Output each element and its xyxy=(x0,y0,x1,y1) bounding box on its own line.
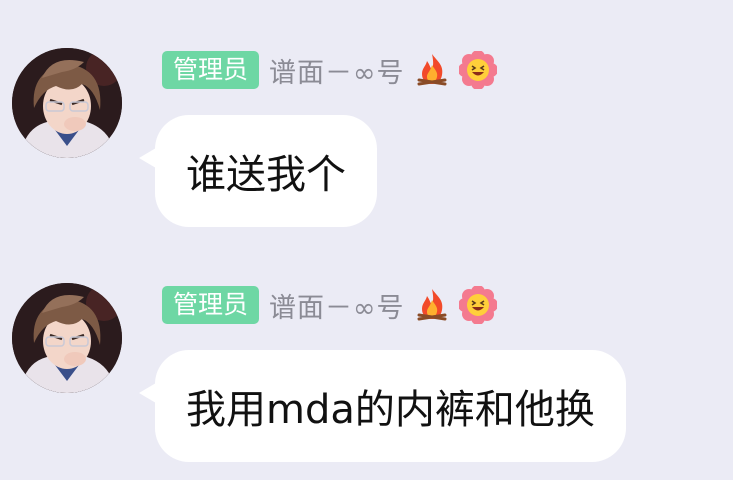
message-bubble[interactable]: 谁送我个 xyxy=(139,115,377,227)
message-header: 管理员 谱面－∞号 xyxy=(162,50,497,90)
bubble-tail xyxy=(139,145,161,171)
fire-emoji-icon xyxy=(413,286,451,324)
avatar[interactable] xyxy=(12,283,122,393)
laughing-flower-emoji-icon xyxy=(458,286,497,324)
role-badge: 管理员 xyxy=(162,286,260,324)
sender-nickname[interactable]: 谱面－∞号 xyxy=(269,51,405,90)
message-text: 我用mda的内裤和他换 xyxy=(186,387,595,433)
avatar-image xyxy=(12,283,122,393)
avatar-image xyxy=(12,48,122,158)
bubble-tail xyxy=(139,380,161,406)
role-badge: 管理员 xyxy=(162,51,260,89)
laughing-flower-emoji-icon xyxy=(458,51,497,89)
message-text: 谁送我个 xyxy=(186,152,346,198)
chat-message: 管理员 谱面－∞号 xyxy=(0,0,733,227)
fire-emoji-icon xyxy=(413,51,451,89)
message-bubble[interactable]: 我用mda的内裤和他换 xyxy=(139,350,626,462)
avatar[interactable] xyxy=(12,48,122,158)
chat-message: 管理员 谱面－∞号 xyxy=(0,235,733,462)
message-header: 管理员 谱面－∞号 xyxy=(162,285,497,325)
sender-nickname[interactable]: 谱面－∞号 xyxy=(269,286,405,325)
